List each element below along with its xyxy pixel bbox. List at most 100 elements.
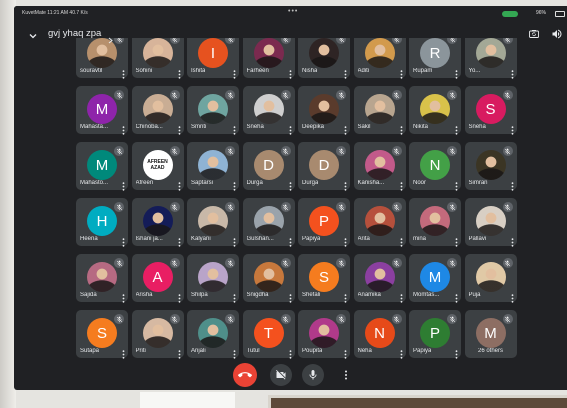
chevron-down-icon[interactable] [28,28,38,39]
more-options-icon[interactable] [289,122,292,135]
participant-tile[interactable]: Gulshan... [242,198,295,247]
chevron-right-icon[interactable] [108,31,113,44]
participant-tile[interactable]: Priti [131,310,184,359]
more-options-icon[interactable] [344,66,347,79]
more-options-icon[interactable] [233,346,236,359]
participant-tile[interactable]: Snigdha [242,254,295,303]
camera-flip-icon[interactable] [528,27,540,39]
participant-tile[interactable]: A Arisha [131,254,184,303]
participant-tile[interactable]: N Noor [409,142,461,191]
mic-off-icon [336,90,346,100]
participant-name: Sajida [80,292,97,298]
more-options-icon[interactable] [400,234,403,247]
avatar-photo [253,262,284,292]
more-options-icon[interactable] [344,122,347,135]
speaker-icon[interactable] [551,27,563,39]
more-options-icon[interactable] [289,66,292,79]
more-options-icon[interactable] [344,234,347,247]
more-options-icon[interactable] [233,66,236,79]
participant-tile[interactable]: S Shefali [298,254,350,303]
more-options-icon[interactable] [178,346,181,359]
more-options-icon[interactable] [233,122,236,135]
more-options-icon[interactable] [455,66,458,79]
more-options-icon[interactable] [233,178,236,191]
participant-tile[interactable]: Shilpa [187,254,239,303]
more-options-icon[interactable] [344,178,347,191]
participant-tile[interactable]: Nikita [409,86,461,135]
participant-tile[interactable]: Anjali [187,310,239,359]
participant-tile[interactable]: Sajida [76,254,128,303]
participant-tile[interactable]: Sakil [353,86,406,135]
more-options-icon[interactable] [511,178,514,191]
more-options-icon[interactable] [344,290,347,303]
more-options-icon[interactable] [233,290,236,303]
more-options-button[interactable] [335,364,357,386]
more-options-icon[interactable] [233,234,236,247]
others-tile[interactable]: M 26 others [464,310,517,358]
participant-tile[interactable]: Sneha [242,86,295,135]
more-options-icon[interactable] [344,346,347,359]
participant-tile[interactable]: P Papiya [298,198,350,247]
participant-tile[interactable]: T Tutul [242,310,295,359]
more-options-icon[interactable] [455,178,458,191]
participant-tile[interactable]: P Papiya [409,310,461,359]
more-options-icon[interactable] [178,66,181,79]
participant-tile[interactable]: M Momtas... [409,254,461,303]
participant-tile[interactable]: Simran [464,142,517,191]
more-options-icon[interactable] [122,122,125,135]
more-options-icon[interactable] [122,290,125,303]
more-options-icon[interactable] [122,346,125,359]
more-options-icon[interactable] [122,66,125,79]
participant-tile[interactable]: S Sutapa [76,310,128,359]
more-options-icon[interactable] [400,178,403,191]
more-options-icon[interactable] [289,178,292,191]
mic-toggle-button[interactable] [302,364,324,386]
more-options-icon[interactable] [122,178,125,191]
participant-tile[interactable]: Smriti [187,86,239,135]
more-options-icon[interactable] [400,290,403,303]
participant-tile[interactable]: Puja [464,254,517,303]
meeting-code[interactable]: gvj yhaq zpa [48,28,101,39]
participant-tile[interactable]: Chinoba... [131,86,184,135]
participant-tile[interactable]: Deepika [298,86,350,135]
end-call-button[interactable] [233,363,257,387]
participant-tile[interactable]: Saptarsi [187,142,239,191]
more-options-icon[interactable] [178,178,181,191]
more-options-icon[interactable] [511,66,514,79]
participant-tile[interactable]: Anamika [353,254,406,303]
more-options-icon[interactable] [511,290,514,303]
participant-tile[interactable]: Poupita [298,310,350,359]
participant-tile[interactable]: Kalyani [187,198,239,247]
participant-tile[interactable]: mina [409,198,461,247]
more-options-icon[interactable] [455,290,458,303]
camera-toggle-button[interactable] [270,364,292,386]
more-options-icon[interactable] [178,122,181,135]
participant-tile[interactable]: Kanisha... [353,142,406,191]
more-options-icon[interactable] [289,346,292,359]
participant-tile[interactable]: M Mahasta... [76,86,128,135]
more-options-icon[interactable] [400,346,403,359]
more-options-icon[interactable] [289,290,292,303]
participant-tile[interactable]: N Neha [353,310,406,359]
more-options-icon[interactable] [178,234,181,247]
more-options-icon[interactable] [289,234,292,247]
participant-tile[interactable]: D Durga [242,142,295,191]
participant-tile[interactable]: H Heena [76,198,128,247]
more-options-icon[interactable] [455,122,458,135]
participant-tile[interactable]: S Sneha [464,86,517,135]
more-options-icon[interactable] [122,234,125,247]
participant-tile[interactable]: D Durga [298,142,350,191]
participant-tile[interactable]: Arita [353,198,406,247]
more-options-icon[interactable] [511,234,514,247]
participant-tile[interactable]: Ishani ja... [131,198,184,247]
more-options-icon[interactable] [455,234,458,247]
more-options-icon[interactable] [400,122,403,135]
more-options-icon[interactable] [455,346,458,359]
participant-tile[interactable]: M Mahasto... [76,142,128,191]
participant-tile[interactable]: Pallavi [464,198,517,247]
more-options-icon[interactable] [178,290,181,303]
more-options-icon[interactable] [511,122,514,135]
participant-name: Sakil [357,124,371,130]
more-options-icon[interactable] [400,66,403,79]
participant-tile[interactable]: AFREEN AZAD Afreen [131,142,184,191]
